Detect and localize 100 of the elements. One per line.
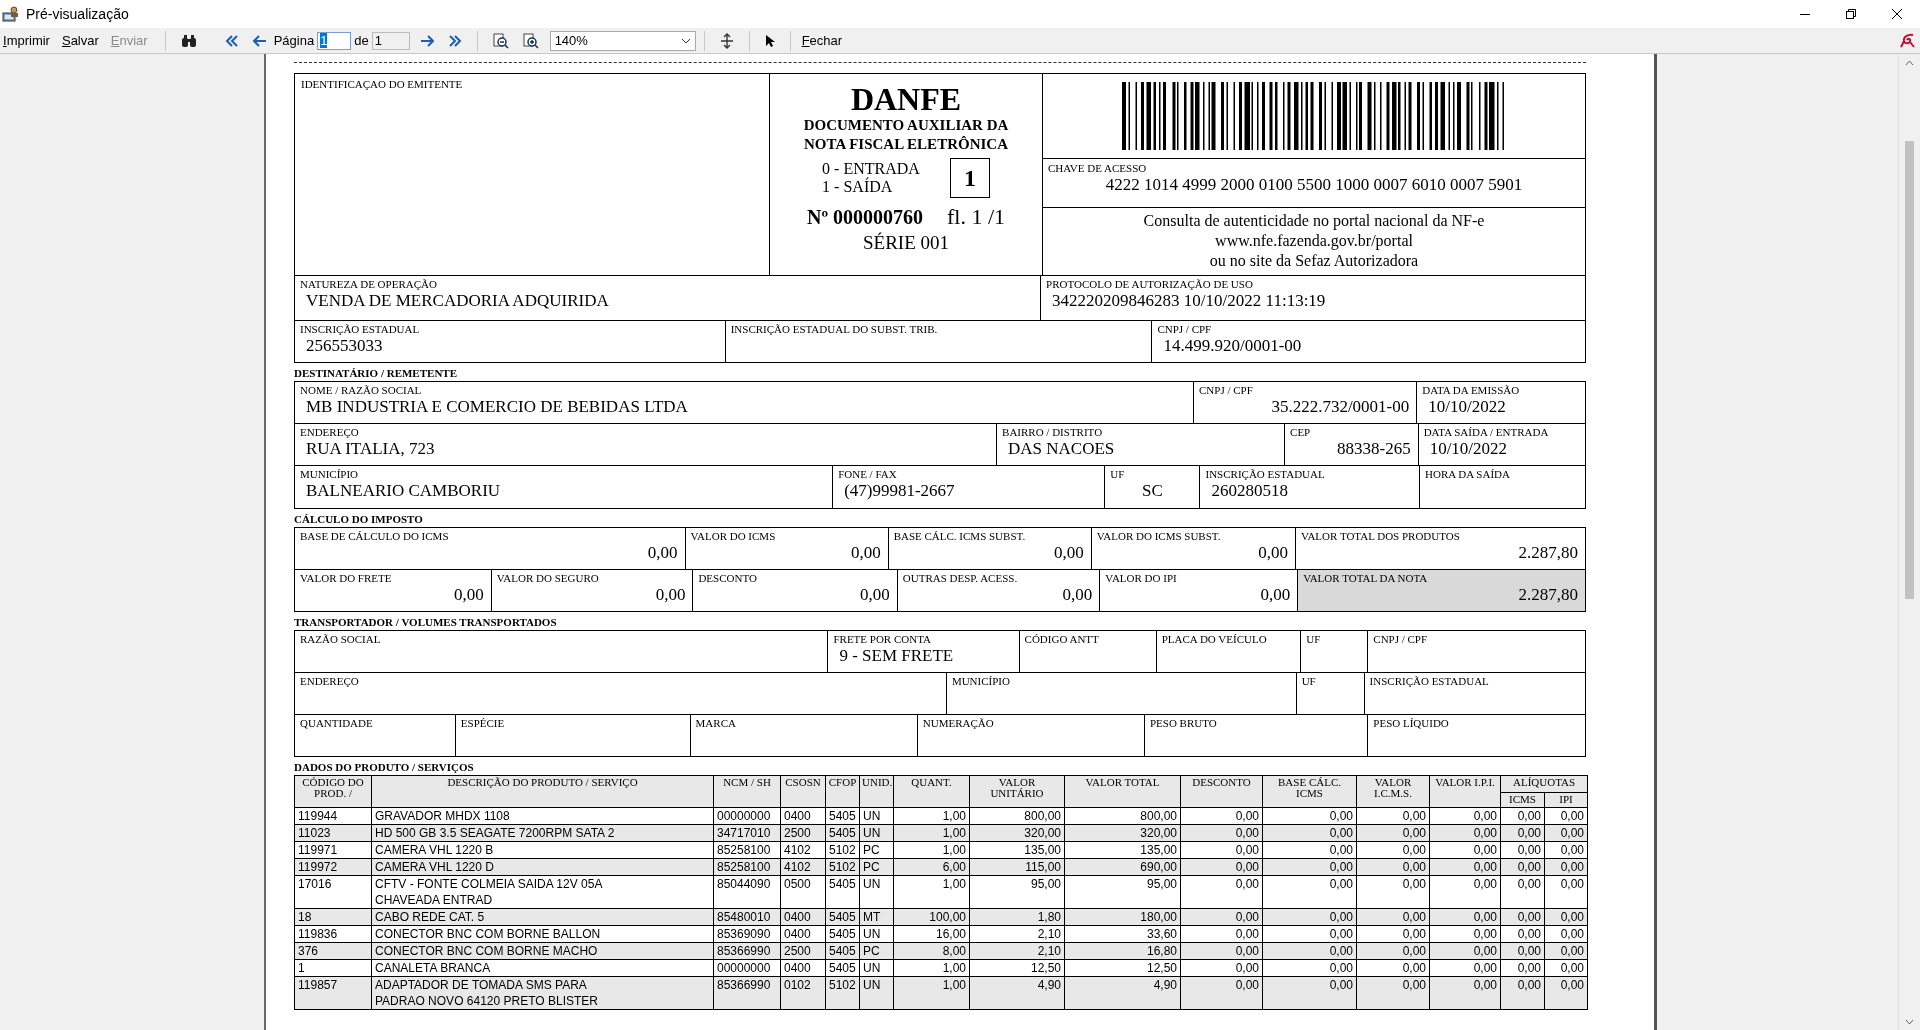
- field-value: 9 - SEM FRETE: [838, 646, 955, 666]
- table-cell: 95,00: [1064, 875, 1181, 909]
- chevron-up-icon: [1905, 59, 1914, 66]
- field-value: VENDA DE MERCADORIA ADQUIRIDA: [305, 291, 610, 311]
- field-label: INSCRIÇÃO ESTADUAL: [1369, 675, 1490, 688]
- column-header: VALOR I.P.I.: [1429, 775, 1501, 808]
- field-value: 10/10/2022: [1428, 439, 1509, 459]
- column-header: CSOSN: [780, 775, 826, 808]
- field-value: 0,00: [453, 585, 485, 605]
- column-header: VALOR UNITÁRIO: [969, 775, 1065, 808]
- field-value: 0,00: [1257, 543, 1289, 563]
- table-cell: 0,00: [1180, 841, 1263, 859]
- swirl-icon: [1900, 32, 1916, 49]
- table-cell: 0,00: [1500, 875, 1545, 909]
- table-cell: 1,00: [893, 959, 970, 977]
- chevron-down-icon: [680, 37, 691, 44]
- page-count-field: 1: [371, 31, 410, 50]
- field-label: VALOR DO ICMS SUBST.: [1096, 530, 1222, 543]
- table-cell: 119944: [294, 807, 372, 825]
- field-label: CNPJ / CPF: [1157, 323, 1213, 336]
- operation-option: 0 - ENTRADA: [822, 160, 920, 178]
- field-value: SC: [1141, 481, 1164, 501]
- column-group-header: ALÍQUOTAS: [1500, 775, 1588, 793]
- table-cell: PC: [859, 841, 894, 859]
- table-cell: 5405: [825, 875, 860, 909]
- zoom-dropdown[interactable]: 140%: [549, 30, 696, 51]
- field-label: INSCRIÇÃO ESTADUAL DO SUBST. TRIB.: [730, 323, 939, 336]
- table-cell: CAMERA VHL 1220 B: [371, 841, 714, 859]
- column-header: CFOP: [825, 775, 860, 808]
- field-label: VALOR DO ICMS: [690, 530, 777, 543]
- field-value: 0,00: [646, 543, 679, 563]
- table-cell: 0,00: [1500, 976, 1545, 1010]
- table-cell: UN: [859, 925, 894, 943]
- field-label: MUNICÍPIO: [300, 468, 360, 481]
- invoice-series: SÉRIE 001: [863, 232, 949, 254]
- field-value: 0,00: [1061, 585, 1094, 605]
- table-cell: 135,00: [969, 841, 1065, 859]
- field-value: 14.499.920/0001-00: [1162, 336, 1303, 356]
- table-cell: UN: [859, 875, 894, 909]
- field-label: CHAVE DE ACESSO: [1048, 162, 1148, 175]
- invoice-number: Nº 000000760: [806, 206, 923, 229]
- info-text: Consulta de autenticidade no portal nacional da NF-e: [1143, 211, 1485, 231]
- section-heading: DESTINATÁRIO / REMETENTE: [294, 367, 457, 379]
- field-label: VALOR DO FRETE: [300, 572, 393, 585]
- table-cell: 95,00: [969, 875, 1065, 909]
- field-label: DATA DA EMISSÃO: [1422, 384, 1521, 397]
- table-cell: 12,50: [1064, 959, 1181, 977]
- field-label: PROTOCOLO DE AUTORIZAÇÃO DE USO: [1046, 278, 1254, 291]
- table-cell: 0,00: [1262, 841, 1357, 859]
- table-cell: 12,50: [969, 959, 1065, 977]
- field-value: 256553033: [305, 336, 384, 356]
- window-title: Pré-visualização: [26, 6, 129, 22]
- toolbar-button[interactable]: Imprimir: [0, 33, 53, 48]
- field-value: 260280518: [1210, 481, 1289, 501]
- field-label: CEP: [1290, 426, 1312, 439]
- field-label: FONE / FAX: [838, 468, 898, 481]
- table-cell: 5102: [825, 841, 860, 859]
- table-cell: 4102: [780, 841, 826, 859]
- table-cell: 0,00: [1356, 976, 1430, 1010]
- table-cell: ADAPTADOR DE TOMADA SMS PARA PADRAO NOVO 64120 PRETO BLISTER: [371, 976, 714, 1010]
- table-cell: 0,00: [1500, 807, 1545, 825]
- close-preview-button[interactable]: Fechar: [798, 33, 846, 48]
- table-cell: 0,00: [1180, 959, 1263, 977]
- table-cell: 0,00: [1262, 875, 1357, 909]
- field-label: UF: [1301, 675, 1317, 688]
- column-header: DESCONTO: [1180, 775, 1263, 808]
- table-cell: 0,00: [1544, 841, 1588, 859]
- table-cell: 0,00: [1544, 875, 1588, 909]
- table-cell: UN: [859, 959, 894, 977]
- page-count-label: de: [354, 33, 369, 48]
- table-cell: 4,90: [1064, 976, 1181, 1010]
- field-label: ENDEREÇO: [300, 675, 360, 688]
- table-cell: 17016: [294, 875, 372, 909]
- table-cell: 119971: [294, 841, 372, 859]
- table-cell: 0400: [780, 959, 826, 977]
- table-cell: 0,00: [1429, 976, 1501, 1010]
- field-value: 0,00: [1259, 585, 1292, 605]
- table-cell: 85044090: [713, 875, 781, 909]
- table-cell: 0,00: [1356, 841, 1430, 859]
- field-label: CNPJ / CPF: [1199, 384, 1254, 397]
- field-label: INSCRIÇÃO ESTADUAL: [300, 323, 421, 336]
- table-cell: 00000000: [713, 959, 781, 977]
- field-label: FRETE POR CONTA: [833, 633, 932, 646]
- table-cell: 0,00: [1356, 959, 1430, 977]
- page-label: Página: [273, 33, 315, 48]
- table-cell: 0,00: [1500, 959, 1545, 977]
- table-cell: 1: [294, 959, 372, 977]
- table-cell: 1,00: [893, 976, 970, 1010]
- operation-type: 1: [949, 158, 990, 198]
- table-cell: 0,00: [1262, 976, 1357, 1010]
- field-value: 342220209846283 10/10/2022 11:13:19: [1051, 291, 1327, 311]
- toolbar-button[interactable]: Salvar: [58, 33, 102, 48]
- table-cell: 0,00: [1429, 875, 1501, 909]
- column-header: UNID.: [859, 775, 894, 808]
- field-value: 0,00: [849, 543, 882, 563]
- page-field[interactable]: 1: [317, 31, 352, 50]
- field-label: VALOR TOTAL DA NOTA: [1303, 572, 1429, 585]
- field-label: OUTRAS DESP. ACESS.: [902, 572, 1019, 585]
- field-label: HORA DA SAÍDA: [1425, 468, 1511, 481]
- scrollbar-thumb[interactable]: [1905, 141, 1914, 599]
